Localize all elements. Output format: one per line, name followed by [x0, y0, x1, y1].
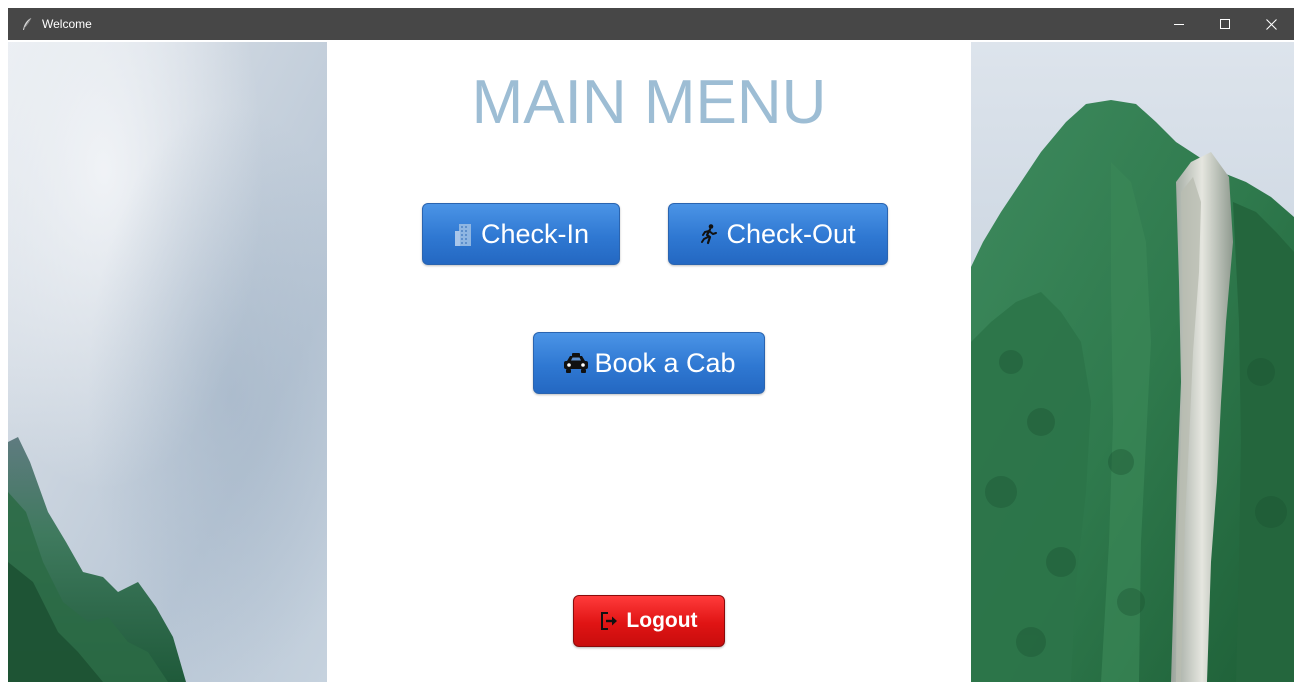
check-in-label: Check-In	[480, 218, 590, 249]
close-icon[interactable]	[1248, 8, 1294, 40]
running-person-icon	[700, 223, 718, 245]
minimize-icon[interactable]	[1156, 8, 1202, 40]
window-controls	[1156, 8, 1294, 40]
check-in-button[interactable]: Check-In	[422, 203, 620, 265]
background-image-right	[971, 42, 1294, 682]
logout-button[interactable]: Logout	[573, 595, 725, 647]
check-out-button[interactable]: Check-Out	[668, 203, 888, 265]
main-menu-area: MAIN MENU Check-In Check-Out Book a Cab …	[8, 40, 1294, 682]
background-image-left	[8, 42, 327, 682]
maximize-icon[interactable]	[1202, 8, 1248, 40]
building-icon	[453, 221, 477, 247]
book-cab-label: Book a Cab	[594, 347, 736, 378]
page-title: MAIN MENU	[471, 68, 827, 137]
title-bar[interactable]: Welcome	[8, 8, 1294, 40]
taxi-icon	[562, 352, 590, 374]
window-title: Welcome	[42, 17, 92, 31]
logout-label: Logout	[626, 609, 698, 632]
feather-icon	[20, 17, 34, 31]
logout-icon	[600, 611, 620, 631]
book-cab-button[interactable]: Book a Cab	[533, 332, 765, 394]
check-out-label: Check-Out	[726, 218, 856, 249]
app-window: Welcome MAIN MENU Check-In Check-Out Boo…	[0, 0, 1302, 682]
